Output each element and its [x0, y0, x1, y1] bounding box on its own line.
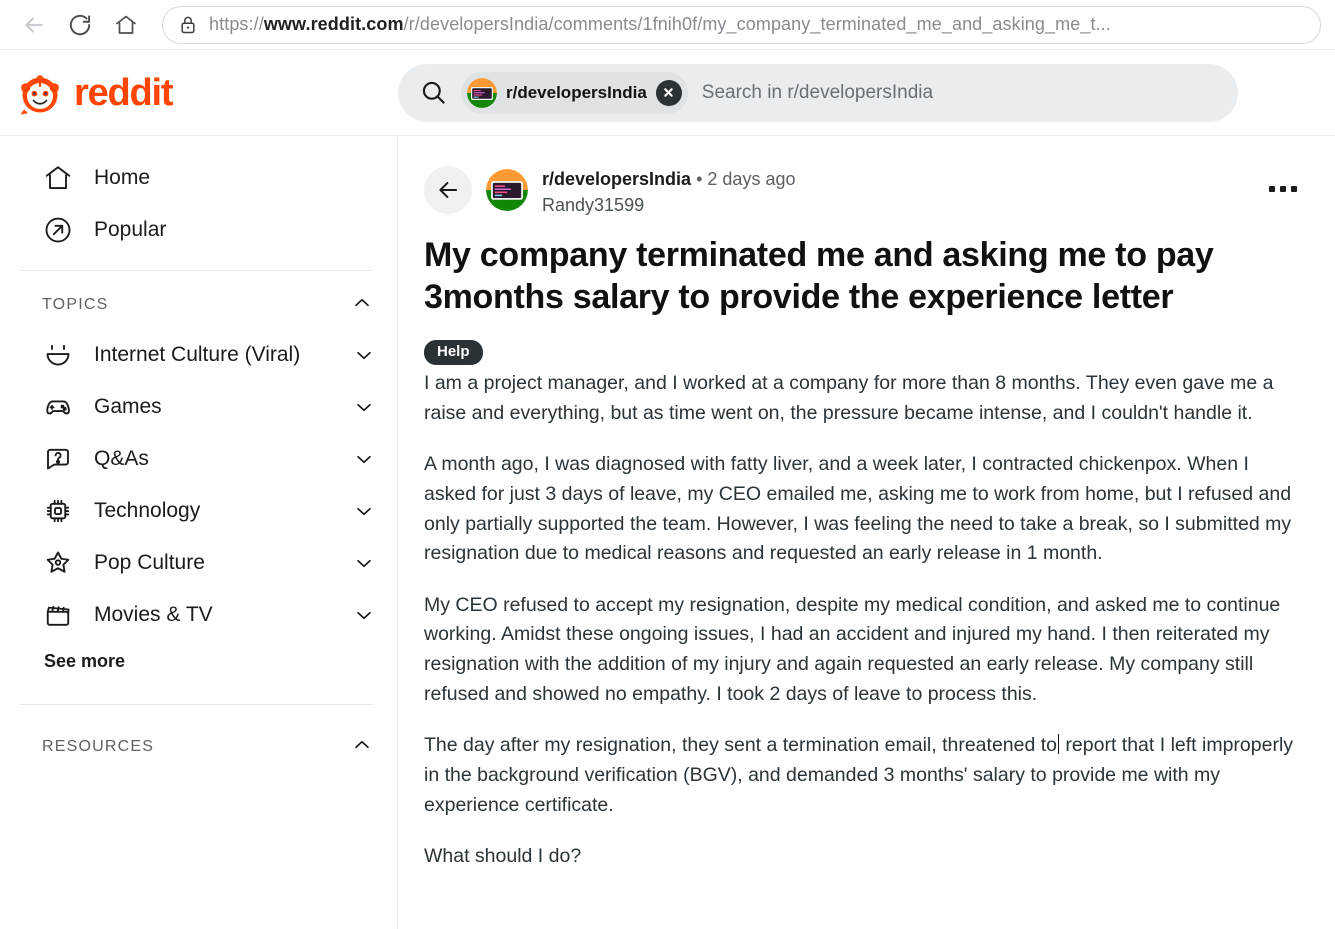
sidebar-section-topics[interactable]: TOPICS [0, 281, 397, 329]
post-meta: r/developersIndia • 2 days ago Randy3159… [542, 164, 1247, 219]
chevron-up-icon[interactable] [351, 734, 373, 761]
chevron-up-icon[interactable] [351, 292, 373, 319]
url-scheme: https:// [209, 14, 264, 34]
url-host: www.reddit.com [263, 14, 404, 34]
star-icon [42, 548, 74, 578]
developersindia-avatar-icon[interactable] [486, 169, 528, 211]
paragraph-text-before-caret: The day after my resignation, they sent … [424, 734, 1058, 757]
search-subreddit-chip[interactable]: r/developersIndia [461, 71, 688, 114]
post-paragraph-with-caret: The day after my resignation, they sent … [424, 731, 1305, 820]
arrow-up-right-circle-icon [42, 215, 74, 245]
sidebar-item-label: Popular [94, 218, 167, 242]
reddit-header: reddit r/developersIndia Search in r/dev… [0, 50, 1335, 136]
post-back-button[interactable] [424, 166, 472, 214]
post-title: My company terminated me and asking me t… [424, 236, 1214, 316]
sidebar-item-movies-tv[interactable]: Movies & TV [0, 589, 397, 641]
chevron-down-icon[interactable] [351, 448, 377, 470]
home-icon [42, 163, 74, 193]
sidebar-item-games[interactable]: Games [0, 381, 397, 433]
sidebar-item-qas[interactable]: Q&As [0, 433, 397, 485]
chevron-down-icon[interactable] [351, 344, 377, 366]
sidebar-item-label: Internet Culture (Viral) [94, 343, 301, 367]
post-flair-badge[interactable]: Help [424, 340, 483, 366]
left-sidebar: Home Popular TOPICS Internet Culture (Vi… [0, 136, 398, 929]
post-author[interactable]: Randy31599 [542, 192, 1247, 219]
sidebar-section-resources[interactable]: RESOURCES [0, 723, 397, 771]
post-paragraph: What should I do? [424, 845, 582, 868]
sidebar-divider [20, 270, 373, 271]
search-input-placeholder[interactable]: Search in r/developersIndia [702, 82, 933, 104]
post-header: r/developersIndia • 2 days ago Randy3159… [424, 164, 1305, 219]
browser-back-button[interactable] [14, 5, 54, 45]
search-icon [420, 79, 447, 106]
chevron-down-icon[interactable] [351, 396, 377, 418]
post-meta-line: r/developersIndia • 2 days ago [542, 166, 1247, 192]
clapperboard-icon [42, 600, 74, 630]
reddit-logo[interactable]: reddit [16, 69, 398, 117]
search-bar[interactable]: r/developersIndia Search in r/developers… [398, 63, 1238, 122]
browser-home-button[interactable] [106, 5, 146, 45]
chevron-down-icon[interactable] [351, 604, 377, 626]
post-paragraph: I am a project manager, and I worked at … [424, 372, 1274, 424]
url-path: /r/developersIndia/comments/1fnih0f/my_c… [403, 14, 1111, 34]
sidebar-divider [20, 704, 373, 705]
cpu-chip-icon [42, 496, 74, 526]
sidebar-item-internet-culture[interactable]: Internet Culture (Viral) [0, 329, 397, 381]
sidebar-item-home[interactable]: Home [0, 152, 397, 204]
see-more-button[interactable]: See more [0, 641, 397, 682]
smiley-face-icon [42, 340, 74, 370]
section-title: TOPICS [42, 296, 109, 313]
sidebar-item-label: Games [94, 395, 162, 419]
search-chip-label: r/developersIndia [506, 82, 647, 102]
post-paragraph: My CEO refused to accept my resignation,… [424, 593, 1281, 705]
text-cursor [1058, 734, 1060, 755]
more-options-icon[interactable] [1261, 174, 1305, 204]
browser-reload-button[interactable] [60, 5, 100, 45]
question-bubble-icon [42, 444, 74, 474]
chevron-down-icon[interactable] [351, 552, 377, 574]
close-icon[interactable] [655, 79, 682, 106]
sidebar-item-label: Pop Culture [94, 551, 205, 575]
sidebar-item-label: Home [94, 166, 151, 190]
chevron-down-icon[interactable] [351, 500, 377, 522]
browser-toolbar: https://www.reddit.com/r/developersIndia… [0, 0, 1335, 50]
address-bar[interactable]: https://www.reddit.com/r/developersIndia… [162, 5, 1321, 44]
reddit-wordmark: reddit [74, 71, 174, 114]
post-content: r/developersIndia • 2 days ago Randy3159… [398, 136, 1335, 929]
address-bar-text: https://www.reddit.com/r/developersIndia… [209, 14, 1111, 35]
sidebar-item-label: Technology [94, 499, 201, 523]
sidebar-item-label: Q&As [94, 447, 149, 471]
page-body: Home Popular TOPICS Internet Culture (Vi… [0, 136, 1335, 929]
developersindia-avatar-icon [467, 77, 497, 108]
post-timestamp: 2 days ago [707, 169, 796, 189]
sidebar-item-label: Movies & TV [94, 603, 213, 627]
section-title: RESOURCES [42, 738, 155, 755]
reddit-snoo-icon [16, 69, 64, 117]
post-subreddit-link[interactable]: r/developersIndia [542, 169, 691, 189]
sidebar-item-technology[interactable]: Technology [0, 485, 397, 537]
lock-icon [179, 15, 197, 35]
sidebar-item-pop-culture[interactable]: Pop Culture [0, 537, 397, 589]
meta-separator: • [696, 169, 703, 189]
post-paragraph: A month ago, I was diagnosed with fatty … [424, 453, 1292, 565]
sidebar-item-popular[interactable]: Popular [0, 204, 397, 256]
game-controller-icon [42, 392, 74, 422]
